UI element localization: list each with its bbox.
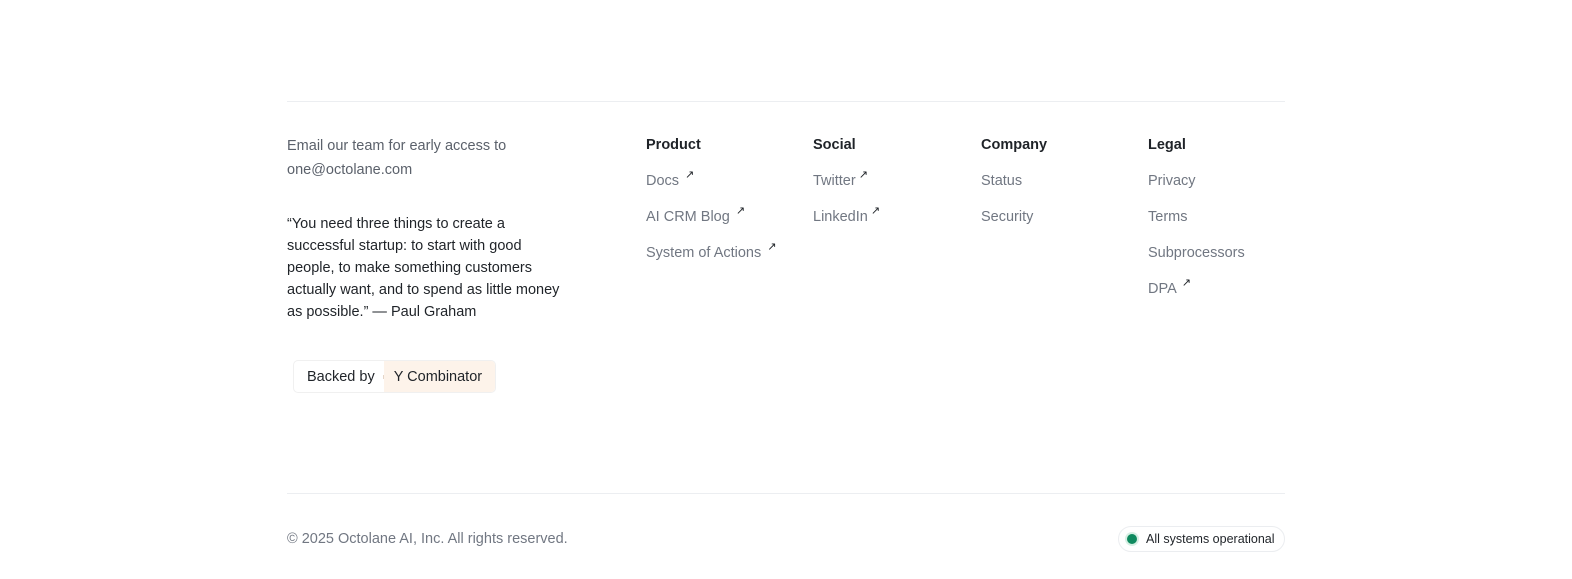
- footer-link-label: AI CRM Blog: [646, 209, 730, 225]
- footer-link-label: Terms: [1148, 209, 1188, 225]
- top-divider: [287, 101, 1285, 102]
- external-link-icon: ↗: [870, 205, 881, 217]
- column-title-product: Product: [646, 137, 701, 153]
- footer-link-label: System of Actions: [646, 245, 762, 261]
- external-link-icon: ↗: [735, 205, 746, 217]
- footer-link-ai-crm-blog[interactable]: AI CRM Blog ↗: [646, 205, 776, 245]
- footer-link-label: DPA: [1148, 281, 1177, 297]
- footer-link-label: Twitter: [813, 173, 856, 189]
- early-access-text: Email our team for early access to one@o…: [287, 134, 577, 182]
- legal-links: Privacy Terms Subprocessors DPA ↗: [1148, 173, 1245, 317]
- footer-link-label: Status: [981, 173, 1023, 189]
- footer-link-terms[interactable]: Terms: [1148, 209, 1245, 245]
- footer-link-dpa[interactable]: DPA ↗: [1148, 277, 1245, 317]
- footer-column-product: Product Docs ↗ AI CRM Blog ↗ System of A…: [646, 137, 776, 281]
- site-footer: Email our team for early access to one@o…: [0, 0, 1572, 579]
- footer-link-label: LinkedIn: [813, 209, 868, 225]
- system-status-badge[interactable]: All systems operational: [1118, 526, 1285, 552]
- footer-link-privacy[interactable]: Privacy: [1148, 173, 1245, 209]
- social-links: Twitter ↗ LinkedIn ↗: [813, 169, 880, 245]
- copyright-text: © 2025 Octolane AI, Inc. All rights rese…: [287, 531, 568, 547]
- external-link-icon: ↗: [767, 241, 777, 253]
- footer-link-subprocessors[interactable]: Subprocessors: [1148, 245, 1245, 281]
- company-links: Status Security: [981, 173, 1047, 245]
- yc-backed-badge[interactable]: Backed by Y Combinator: [294, 361, 496, 392]
- footer-link-label: Security: [981, 209, 1034, 225]
- external-link-icon: ↗: [1181, 277, 1191, 289]
- status-label: All systems operational: [1146, 532, 1275, 546]
- footer-link-system-of-actions[interactable]: System of Actions ↗: [646, 241, 776, 281]
- external-link-icon: ↗: [685, 169, 695, 181]
- founder-quote: “You need three things to create a succe…: [287, 216, 560, 320]
- external-link-icon: ↗: [858, 169, 868, 181]
- footer-link-label: Privacy: [1148, 173, 1196, 189]
- footer-link-label: Docs: [646, 173, 680, 189]
- column-title-social: Social: [813, 137, 856, 153]
- intro-block: Email our team for early access to one@o…: [287, 134, 577, 323]
- column-title-legal: Legal: [1148, 137, 1186, 153]
- bottom-divider: [287, 493, 1285, 494]
- product-links: Docs ↗ AI CRM Blog ↗ System of Actions ↗: [646, 169, 776, 281]
- footer-link-label: Subprocessors: [1148, 245, 1245, 261]
- footer-link-security[interactable]: Security: [981, 209, 1047, 245]
- status-dot-icon: [1127, 534, 1137, 544]
- footer-column-social: Social Twitter ↗ LinkedIn ↗: [813, 137, 880, 245]
- column-title-company: Company: [981, 137, 1048, 153]
- badge-yc-label: Y Combinator: [383, 361, 496, 392]
- contact-email-link[interactable]: one@octolane.com: [287, 158, 577, 182]
- footer-column-company: Company Status Security: [981, 137, 1047, 245]
- footer-link-docs[interactable]: Docs ↗: [646, 169, 776, 209]
- badge-backed-by-label: Backed by: [307, 368, 375, 385]
- footer-link-linkedin[interactable]: LinkedIn ↗: [813, 205, 880, 245]
- footer-column-legal: Legal Privacy Terms Subprocessors DPA ↗: [1148, 137, 1245, 317]
- footer-link-status[interactable]: Status: [981, 173, 1047, 209]
- early-access-line: Email our team for early access to: [287, 138, 507, 154]
